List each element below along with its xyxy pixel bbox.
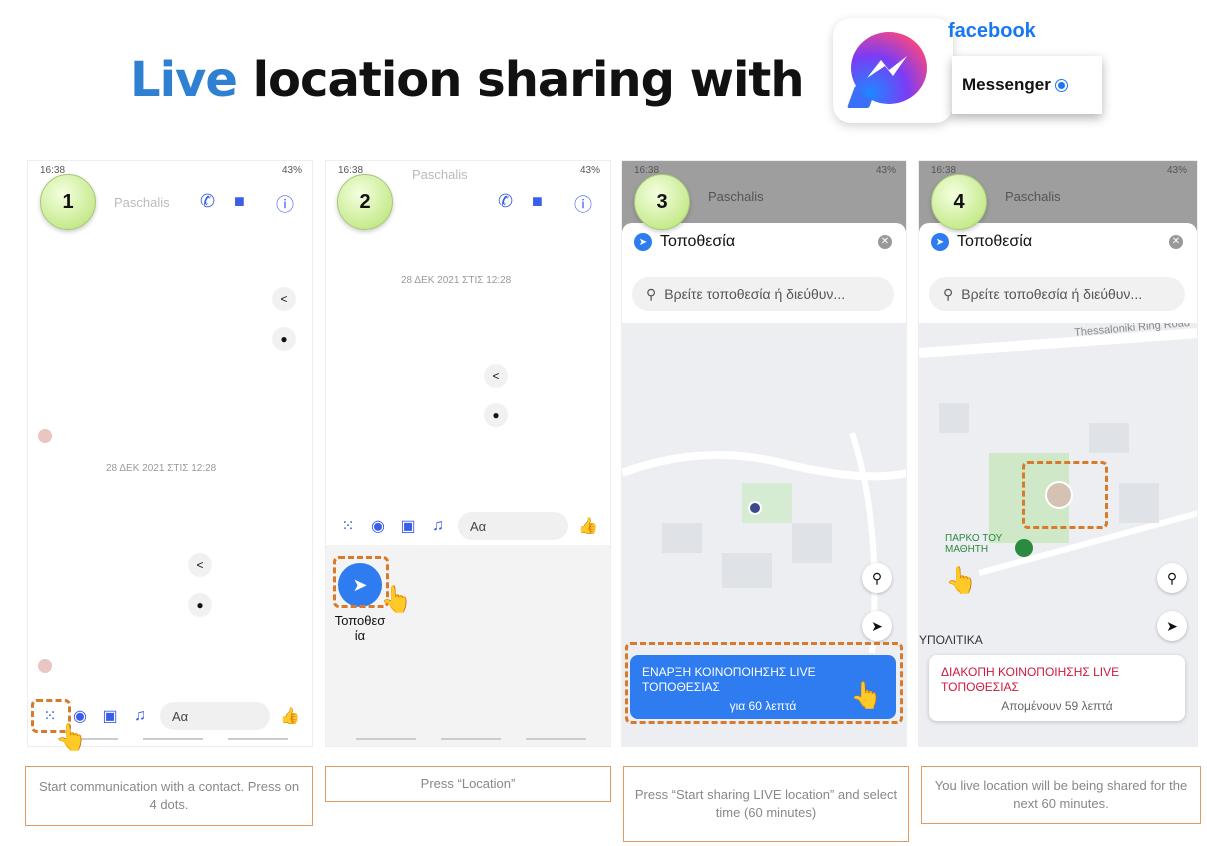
- verified-icon: [1055, 79, 1067, 91]
- video-icon[interactable]: ■: [234, 191, 245, 212]
- facebook-wordmark: facebook: [948, 20, 1036, 42]
- gallery-icon[interactable]: ▣: [398, 516, 418, 536]
- step-badge-2: 2: [337, 174, 393, 230]
- navigate-icon[interactable]: ➤: [862, 611, 892, 641]
- share-icon[interactable]: <: [272, 287, 296, 311]
- date-label: 28 ΔΕΚ 2021 ΣΤΙΣ 12:28: [401, 275, 512, 286]
- navigate-icon[interactable]: ➤: [1157, 611, 1187, 641]
- sheet-title: Τοποθεσία: [660, 233, 736, 250]
- camera-icon[interactable]: ●: [188, 593, 212, 617]
- gallery-icon[interactable]: ▣: [100, 706, 120, 726]
- park-icon: [1015, 539, 1033, 557]
- like-icon[interactable]: 👍: [280, 706, 300, 726]
- composer-bar: ⁙ ◉ ▣ ♫ Αα 👍: [326, 505, 610, 547]
- date-label: 28 ΔΕΚ 2021 ΣΤΙΣ 12:28: [106, 463, 217, 474]
- info-icon[interactable]: ⓘ: [574, 191, 592, 217]
- park-label: ΠΑΡΚΟ ΤΟΥ ΜΑΘΗΤΗ: [945, 533, 1003, 555]
- mic-icon[interactable]: ♫: [428, 517, 448, 535]
- close-icon[interactable]: ✕: [1169, 235, 1183, 249]
- location-arrow-icon: ➤: [931, 233, 949, 251]
- pin-icon[interactable]: ⚲: [1157, 563, 1187, 593]
- caption: Press “Start sharing LIVE location” and …: [623, 766, 909, 842]
- avatar: [38, 429, 52, 443]
- call-icon[interactable]: ✆: [200, 191, 215, 212]
- message-input[interactable]: Αα: [458, 512, 568, 540]
- camera-icon[interactable]: ●: [272, 327, 296, 351]
- location-arrow-icon: ➤: [634, 233, 652, 251]
- info-icon[interactable]: ⓘ: [276, 191, 294, 217]
- stop-live-sharing-button[interactable]: ΔΙΑΚΟΠΗ ΚΟΙΝΟΠΟΙΗΣΗΣ LIVE ΤΟΠΟΘΕΣΙΑΣ Απο…: [929, 655, 1185, 721]
- phone-step-4: 16:38 43% Paschalis ➤ Τοποθεσία ✕ ⚲ Βρείτε …: [918, 160, 1198, 747]
- like-icon[interactable]: 👍: [578, 516, 598, 536]
- avatar: [38, 659, 52, 673]
- phone-step-2: 16:38 43% Paschalis ✆ ■ ⓘ 28 ΔΕΚ 2021 ΣΤΙ…: [325, 160, 611, 747]
- messenger-wordmark: Messenger: [952, 56, 1102, 114]
- step-badge-4: 4: [931, 174, 987, 230]
- hand-pointer-icon: 👆: [55, 722, 88, 752]
- message-input[interactable]: Αα: [160, 702, 270, 730]
- step-badge-1: 1: [40, 174, 96, 230]
- sheet-title: Τοποθεσία: [957, 233, 1033, 250]
- search-icon: ⚲: [943, 285, 954, 302]
- caption: You live location will be being shared f…: [921, 766, 1201, 824]
- pin-icon[interactable]: ⚲: [862, 563, 892, 593]
- caption: Start communication with a contact. Pres…: [25, 766, 313, 826]
- highlight-box: [1022, 461, 1108, 529]
- search-input[interactable]: ⚲ Βρείτε τοποθεσία ή διεύθυν...: [929, 277, 1185, 311]
- status-bar: 16:38 43%: [40, 165, 302, 176]
- share-icon[interactable]: <: [484, 364, 508, 388]
- four-dots-icon[interactable]: ⁙: [338, 516, 358, 536]
- hand-pointer-icon: 👆: [380, 584, 413, 614]
- hand-pointer-icon: 👆: [945, 565, 978, 595]
- video-icon[interactable]: ■: [532, 191, 543, 212]
- call-icon[interactable]: ✆: [498, 191, 513, 212]
- caption: Press “Location”: [325, 766, 611, 802]
- page-title: Live location sharing with: [130, 52, 805, 108]
- search-input[interactable]: ⚲ Βρείτε τοποθεσία ή διεύθυν...: [632, 277, 894, 311]
- phone-step-1: 16:38 43% Paschalis ✆ ■ ⓘ < ● 28 ΔΕΚ 2021…: [27, 160, 313, 747]
- camera-icon[interactable]: ◉: [368, 516, 388, 536]
- contact-name[interactable]: Paschalis: [1005, 189, 1061, 204]
- close-icon[interactable]: ✕: [878, 235, 892, 249]
- share-icon[interactable]: <: [188, 553, 212, 577]
- camera-icon[interactable]: ●: [484, 403, 508, 427]
- step-badge-3: 3: [634, 174, 690, 230]
- contact-name[interactable]: Paschalis: [412, 167, 468, 182]
- area-label: ΥΠΟΛΙΤΙΚΑ: [919, 633, 983, 647]
- location-label: Τοποθεσ ία: [334, 613, 386, 643]
- contact-name[interactable]: Paschalis: [114, 195, 170, 210]
- messenger-logo: [833, 18, 953, 123]
- search-icon: ⚲: [646, 285, 657, 302]
- hand-pointer-icon: 👆: [850, 680, 883, 710]
- mic-icon[interactable]: ♫: [130, 707, 150, 725]
- current-location-dot: [748, 501, 762, 515]
- contact-name[interactable]: Paschalis: [708, 189, 764, 204]
- messenger-bolt-icon: [867, 56, 907, 78]
